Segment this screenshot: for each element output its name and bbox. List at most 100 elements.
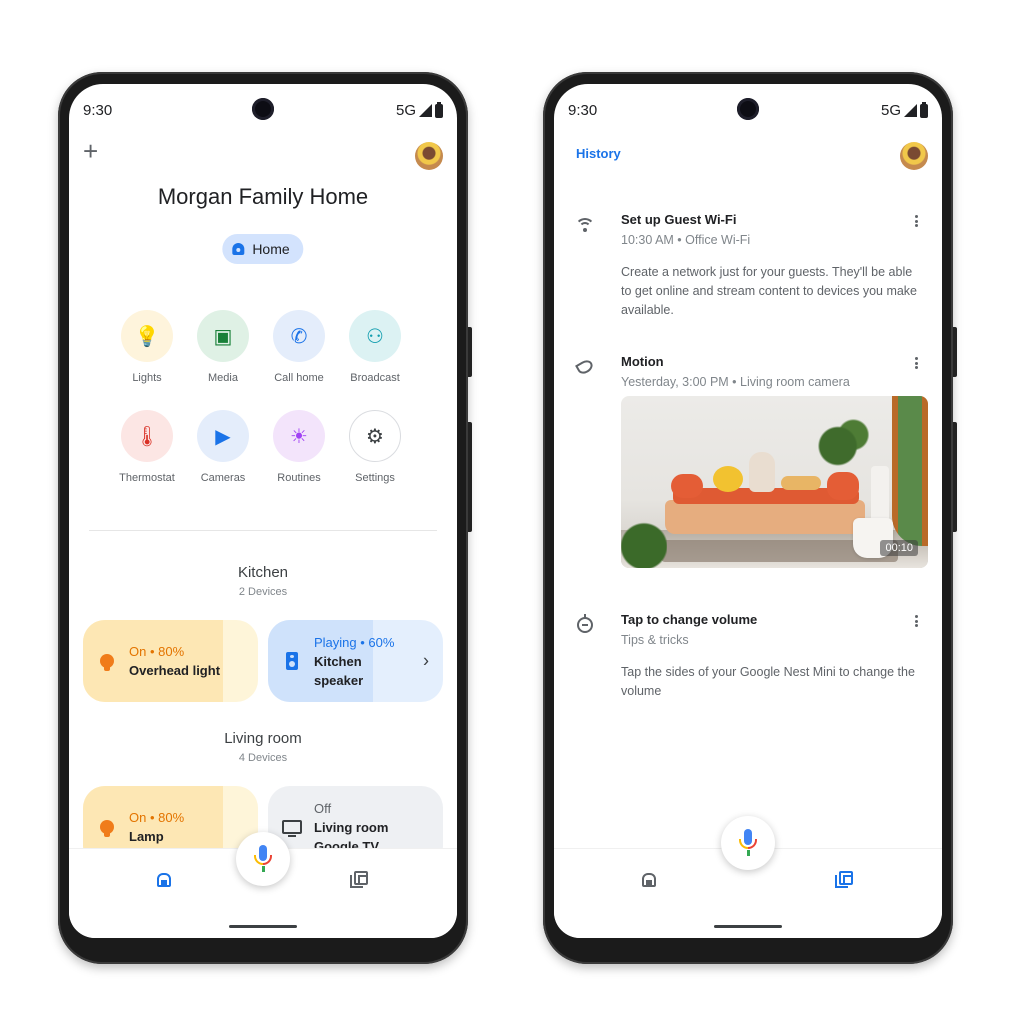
home-chip-icon (232, 243, 245, 255)
feed-item-motion[interactable]: Motion Yesterday, 3:00 PM • Living room … (554, 354, 942, 574)
action-label: Cameras (200, 472, 246, 484)
add-icon[interactable]: + (83, 136, 98, 167)
microphone-icon (252, 845, 274, 873)
device-state: On • 80% (129, 810, 185, 825)
room-device-count-living-room: 4 Devices (238, 752, 288, 764)
room-title-living-room: Living room (224, 730, 302, 747)
action-label: Lights (132, 372, 162, 384)
home-icon (642, 873, 656, 887)
device-tile-overhead-light[interactable]: On • 80% Overhead light (83, 620, 258, 702)
camera-clip-thumbnail[interactable]: 00:10 (621, 396, 928, 568)
phone-icon: ✆ (273, 310, 325, 362)
action-label: Media (208, 372, 238, 384)
device-state: Playing • 60% (314, 634, 395, 650)
home-chip-label: Home (252, 241, 290, 257)
divider (89, 530, 437, 531)
action-label: Call home (274, 372, 324, 384)
action-cameras[interactable]: ▶ Cameras (185, 410, 261, 484)
signal-icon (904, 104, 917, 117)
wifi-icon (576, 218, 594, 232)
nav-feed[interactable] (339, 865, 379, 895)
clip-duration: 00:10 (880, 540, 918, 556)
action-thermostat[interactable]: 🌡 Thermostat (109, 410, 185, 484)
feed-item-title: Motion (621, 354, 664, 369)
feed-item-meta: 10:30 AM • Office Wi-Fi (621, 233, 751, 247)
thermostat-icon: 🌡 (121, 410, 173, 462)
nav-feed[interactable] (824, 865, 864, 895)
phone-history-screen: 9:30 5G History Set up Guest Wi-Fi 10:30… (543, 72, 957, 964)
action-settings[interactable]: ⚙ Settings (337, 410, 413, 484)
avatar[interactable] (415, 142, 443, 170)
action-label: Broadcast (350, 372, 400, 384)
front-camera (252, 98, 274, 120)
power-button (468, 327, 472, 377)
network-label: 5G (395, 102, 416, 119)
gesture-bar[interactable] (714, 925, 782, 928)
device-name: Lamp (129, 829, 164, 844)
status-time: 9:30 (568, 102, 598, 119)
feed-item-guest-wifi[interactable]: Set up Guest Wi-Fi 10:30 AM • Office Wi-… (554, 212, 942, 322)
camera-icon: ▶ (197, 410, 249, 462)
device-state: Off (314, 800, 332, 816)
more-options-icon[interactable] (910, 355, 922, 371)
action-routines[interactable]: ☀ Routines (261, 410, 337, 484)
feed-item-body: Tap the sides of your Google Nest Mini t… (621, 665, 915, 698)
more-options-icon[interactable] (910, 213, 922, 229)
action-label: Thermostat (119, 472, 175, 484)
tv-icon (282, 820, 302, 837)
avatar[interactable] (900, 142, 928, 170)
room-title-kitchen: Kitchen (237, 564, 289, 581)
device-name: Kitchen speaker (314, 653, 364, 688)
assistant-mic-button[interactable] (721, 816, 775, 870)
volume-button (953, 422, 957, 532)
power-button (953, 327, 957, 377)
feed-item-meta: Yesterday, 3:00 PM • Living room camera (621, 375, 850, 389)
status-time: 9:30 (83, 102, 113, 119)
motion-icon (575, 357, 595, 377)
lightbulb-icon (100, 654, 114, 671)
device-name: Overhead light (129, 663, 221, 678)
battery-icon (920, 101, 928, 118)
routines-icon: ☀ (273, 410, 325, 462)
room-device-count-kitchen: 2 Devices (238, 586, 288, 598)
feed-item-volume-tip[interactable]: Tap to change volume Tips & tricks Tap t… (554, 612, 942, 712)
screen: 9:30 5G + Morgan Family Home Home 💡 Light… (69, 84, 457, 938)
network-label: 5G (880, 102, 901, 119)
feed-icon (350, 871, 368, 889)
action-label: Settings (355, 472, 395, 484)
speaker-icon (286, 652, 298, 670)
home-chip[interactable]: Home (222, 234, 304, 264)
page-title: History (576, 146, 621, 161)
page-title: Morgan Family Home (157, 184, 369, 209)
home-icon (157, 873, 171, 887)
microphone-icon (737, 829, 759, 857)
quick-actions: 💡 Lights ▣ Media ✆ Call home ⚇ Broadcast 🌡 Thermo… (109, 310, 429, 484)
battery-icon (435, 101, 443, 118)
front-camera (737, 98, 759, 120)
settings-icon: ⚙ (349, 410, 401, 462)
lightbulb-icon (100, 820, 114, 837)
device-tile-kitchen-speaker[interactable]: Playing • 60% Kitchen speaker › (268, 620, 443, 702)
signal-icon (419, 104, 432, 117)
screen: 9:30 5G History Set up Guest Wi-Fi 10:30… (554, 84, 942, 938)
media-icon: ▣ (197, 310, 249, 362)
chevron-right-icon[interactable]: › (423, 651, 429, 672)
assistant-mic-button[interactable] (236, 832, 290, 886)
nav-home[interactable] (144, 865, 184, 895)
action-label: Routines (277, 472, 321, 484)
action-lights[interactable]: 💡 Lights (109, 310, 185, 384)
volume-button (468, 422, 472, 532)
feed-item-body: Create a network just for your guests. T… (621, 265, 918, 317)
gesture-bar[interactable] (229, 925, 297, 928)
more-options-icon[interactable] (910, 613, 922, 629)
feed-item-title: Set up Guest Wi-Fi (621, 212, 737, 227)
broadcast-icon: ⚇ (349, 310, 401, 362)
feed-icon (835, 871, 853, 889)
lightbulb-icon: 💡 (121, 310, 173, 362)
action-call-home[interactable]: ✆ Call home (261, 310, 337, 384)
phone-home-screen: 9:30 5G + Morgan Family Home Home 💡 Light… (58, 72, 472, 964)
action-broadcast[interactable]: ⚇ Broadcast (337, 310, 413, 384)
action-media[interactable]: ▣ Media (185, 310, 261, 384)
nav-home[interactable] (629, 865, 669, 895)
feed-item-meta: Tips & tricks (621, 633, 689, 647)
